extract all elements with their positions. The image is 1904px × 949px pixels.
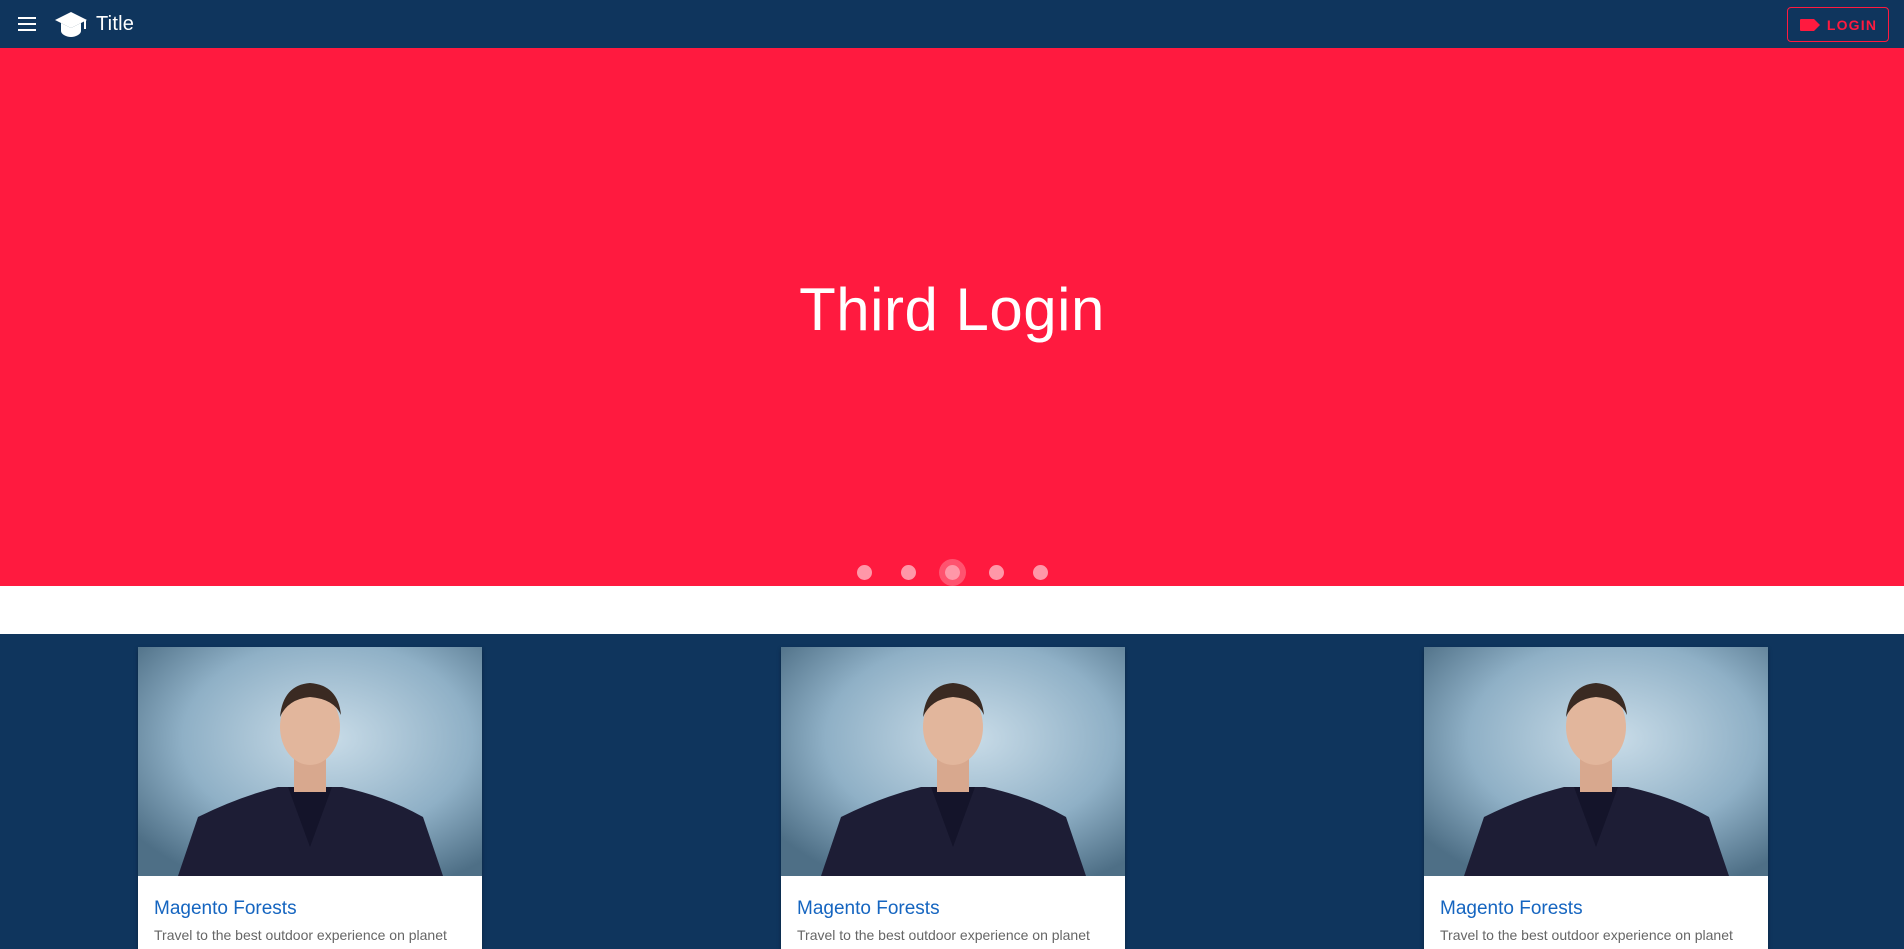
card-image-portrait (781, 647, 1125, 876)
card-title: Magento Forests (797, 898, 940, 919)
carousel-dot-1[interactable] (856, 564, 872, 580)
app-bar: Title LOGIN (0, 0, 1904, 48)
hamburger-menu-icon[interactable] (18, 15, 40, 33)
carousel-dot-4[interactable] (988, 564, 1004, 580)
card-3[interactable]: Magento Forests Travel to the best outdo… (1424, 647, 1768, 949)
hero-title: Third Login (799, 276, 1105, 343)
card-subtitle: Travel to the best outdoor experience on… (797, 927, 1090, 943)
app-title: Title (96, 12, 135, 35)
graduation-cap-icon (54, 9, 88, 39)
card-subtitle: Travel to the best outdoor experience on… (1440, 927, 1733, 943)
card-title: Magento Forests (154, 898, 297, 919)
cards-section: Magento Forests Travel to the best outdo… (0, 634, 1904, 949)
card-2[interactable]: Magento Forests Travel to the best outdo… (781, 647, 1125, 949)
card-1[interactable]: Magento Forests Travel to the best outdo… (138, 647, 482, 949)
carousel-dot-3[interactable] (944, 564, 960, 580)
card-title: Magento Forests (1440, 898, 1583, 919)
login-button[interactable]: LOGIN (1787, 7, 1889, 42)
carousel-dot-5[interactable] (1032, 564, 1048, 580)
card-subtitle: Travel to the best outdoor experience on… (154, 927, 447, 943)
section-spacer (0, 586, 1904, 634)
hero-carousel: Third Login (0, 48, 1904, 586)
card-image-portrait (1424, 647, 1768, 876)
login-button-label: LOGIN (1826, 16, 1878, 33)
label-tag-icon (1799, 18, 1820, 31)
carousel-dot-2[interactable] (900, 564, 916, 580)
card-image-portrait (138, 647, 482, 876)
